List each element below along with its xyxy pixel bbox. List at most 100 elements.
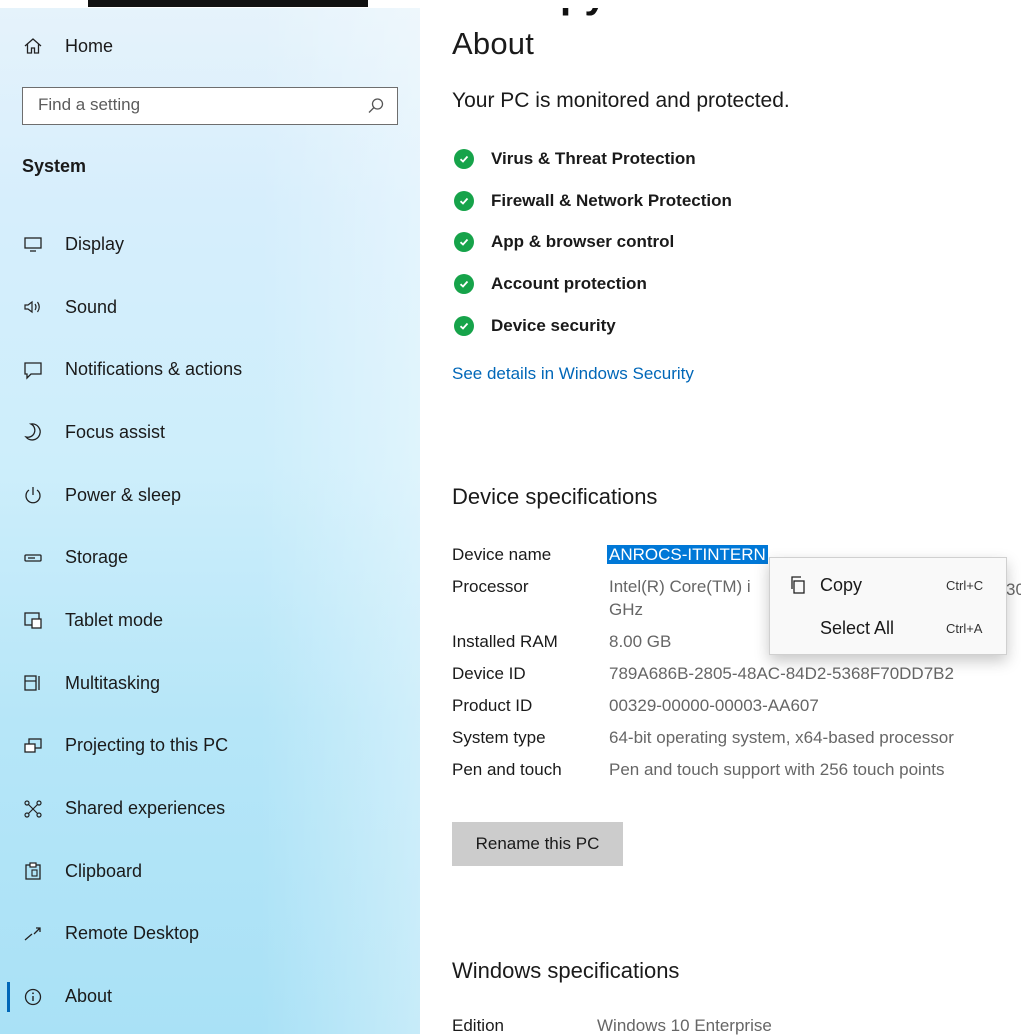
moon-icon bbox=[22, 421, 44, 443]
sidebar-item-shared-experiences[interactable]: Shared experiences bbox=[0, 777, 420, 840]
home-nav-item[interactable]: Home bbox=[22, 30, 113, 62]
check-circle-icon bbox=[454, 148, 474, 169]
remote-desktop-icon bbox=[22, 923, 44, 945]
spec-label: Processor bbox=[452, 577, 529, 596]
sidebar-item-label: Sound bbox=[65, 296, 118, 317]
home-icon bbox=[22, 35, 44, 57]
spec-label: Edition bbox=[452, 1016, 504, 1035]
sidebar-item-focus-assist[interactable]: Focus assist bbox=[0, 401, 420, 464]
spec-row-device-id: Device ID 789A686B-2805-48AC-84D2-5368F7… bbox=[452, 662, 1009, 685]
processor-value-overflow: 30 bbox=[1006, 580, 1021, 599]
spec-row-pen-touch: Pen and touch Pen and touch support with… bbox=[452, 758, 1009, 781]
sidebar-item-multitasking[interactable]: Multitasking bbox=[0, 652, 420, 715]
search-box[interactable] bbox=[22, 87, 398, 125]
display-icon bbox=[22, 233, 44, 255]
protection-item: App & browser control bbox=[452, 222, 732, 264]
context-menu-copy[interactable]: Copy Ctrl+C bbox=[770, 565, 1006, 605]
spec-label: Pen and touch bbox=[452, 760, 562, 779]
page-title: About bbox=[452, 26, 535, 61]
sidebar-item-display[interactable]: Display bbox=[0, 213, 420, 276]
check-circle-icon bbox=[454, 316, 474, 337]
spec-row-system-type: System type 64-bit operating system, x64… bbox=[452, 726, 1009, 749]
spec-label: Product ID bbox=[452, 696, 533, 715]
rename-pc-button[interactable]: Rename this PC bbox=[452, 822, 623, 866]
shared-experiences-icon bbox=[22, 798, 44, 820]
sound-icon bbox=[22, 296, 44, 318]
windows-security-link[interactable]: See details in Windows Security bbox=[452, 364, 694, 384]
top-cropped-strip bbox=[0, 0, 1021, 8]
protection-item: Firewall & Network Protection bbox=[452, 180, 732, 222]
tablet-mode-icon bbox=[22, 609, 44, 631]
search-input[interactable] bbox=[23, 88, 358, 122]
sidebar-item-about[interactable]: About bbox=[0, 965, 420, 1028]
projecting-icon bbox=[22, 735, 44, 757]
power-icon bbox=[22, 484, 44, 506]
spec-value: 64-bit operating system, x64-based proce… bbox=[609, 728, 954, 747]
protection-label: Account protection bbox=[491, 274, 647, 294]
sidebar-item-projecting[interactable]: Projecting to this PC bbox=[0, 715, 420, 778]
section-label-system: System bbox=[22, 156, 87, 176]
storage-icon bbox=[22, 547, 44, 569]
sidebar-item-power-sleep[interactable]: Power & sleep bbox=[0, 464, 420, 527]
select-all-label: Select All bbox=[820, 617, 895, 638]
protection-list: Virus & Threat Protection Firewall & Net… bbox=[452, 138, 732, 347]
search-icon[interactable] bbox=[367, 97, 385, 120]
sidebar: Home System Display Sound Notifications … bbox=[0, 0, 420, 1034]
sidebar-item-label: About bbox=[65, 986, 113, 1007]
sidebar-item-label: Display bbox=[65, 233, 125, 254]
copy-shortcut: Ctrl+C bbox=[946, 577, 984, 593]
sidebar-item-label: Power & sleep bbox=[65, 484, 182, 505]
spec-value: 789A686B-2805-48AC-84D2-5368F70DD7B2 bbox=[609, 664, 954, 683]
sidebar-item-label: Notifications & actions bbox=[65, 359, 243, 380]
home-label: Home bbox=[65, 35, 114, 56]
sidebar-item-remote-desktop[interactable]: Remote Desktop bbox=[0, 903, 420, 966]
spec-row-product-id: Product ID 00329-00000-00003-AA607 bbox=[452, 694, 1009, 717]
spec-label: Installed RAM bbox=[452, 632, 558, 651]
check-circle-icon bbox=[454, 232, 474, 253]
protection-item: Virus & Threat Protection bbox=[452, 138, 732, 180]
check-circle-icon bbox=[454, 190, 474, 211]
notifications-icon bbox=[22, 359, 44, 381]
windows-specs-heading: Windows specifications bbox=[452, 958, 680, 983]
sidebar-item-label: Clipboard bbox=[65, 860, 143, 881]
sidebar-item-label: Storage bbox=[65, 547, 129, 568]
context-menu-select-all[interactable]: Select All Ctrl+A bbox=[770, 608, 1006, 648]
protection-label: Firewall & Network Protection bbox=[491, 190, 732, 210]
select-all-shortcut: Ctrl+A bbox=[946, 620, 983, 636]
sidebar-item-label: Remote Desktop bbox=[65, 923, 200, 944]
multitasking-icon bbox=[22, 672, 44, 694]
spec-label: Device ID bbox=[452, 664, 526, 683]
sidebar-item-label: Tablet mode bbox=[65, 609, 164, 630]
check-circle-icon bbox=[454, 274, 474, 295]
device-name-value[interactable]: ANROCS-ITINTERN bbox=[607, 545, 768, 564]
protection-label: Device security bbox=[491, 316, 616, 336]
spec-value: 00329-00000-00003-AA607 bbox=[609, 696, 819, 715]
copy-icon bbox=[788, 575, 808, 600]
sidebar-item-label: Shared experiences bbox=[65, 798, 226, 819]
top-bar-line bbox=[88, 0, 368, 7]
sidebar-item-notifications[interactable]: Notifications & actions bbox=[0, 338, 420, 401]
processor-value-line2: GHz bbox=[609, 600, 643, 619]
sidebar-item-label: Multitasking bbox=[65, 672, 161, 693]
context-menu: Copy Ctrl+C Select All Ctrl+A bbox=[769, 557, 1007, 655]
protection-label: Virus & Threat Protection bbox=[491, 148, 696, 168]
spec-value: Windows 10 Enterprise bbox=[597, 1016, 772, 1035]
clipboard-icon bbox=[22, 860, 44, 882]
sidebar-item-sound[interactable]: Sound bbox=[0, 276, 420, 339]
spec-label: System type bbox=[452, 728, 546, 747]
protection-label: App & browser control bbox=[491, 232, 675, 252]
sidebar-item-storage[interactable]: Storage bbox=[0, 526, 420, 589]
sidebar-nav-list: Display Sound Notifications & actions Fo… bbox=[0, 213, 420, 1028]
sidebar-item-label: Focus assist bbox=[65, 421, 166, 442]
sidebar-item-label: Projecting to this PC bbox=[65, 735, 229, 756]
info-icon bbox=[22, 986, 44, 1008]
spec-label: Device name bbox=[452, 545, 552, 564]
sidebar-item-tablet-mode[interactable]: Tablet mode bbox=[0, 589, 420, 652]
protection-status-text: Your PC is monitored and protected. bbox=[452, 89, 790, 112]
protection-item: Account protection bbox=[452, 263, 732, 305]
sidebar-item-clipboard[interactable]: Clipboard bbox=[0, 840, 420, 903]
spec-row-edition: Edition Windows 10 Enterprise bbox=[452, 1016, 772, 1036]
copy-label: Copy bbox=[820, 574, 863, 595]
spec-value: Pen and touch support with 256 touch poi… bbox=[609, 760, 945, 779]
protection-item: Device security bbox=[452, 305, 732, 347]
